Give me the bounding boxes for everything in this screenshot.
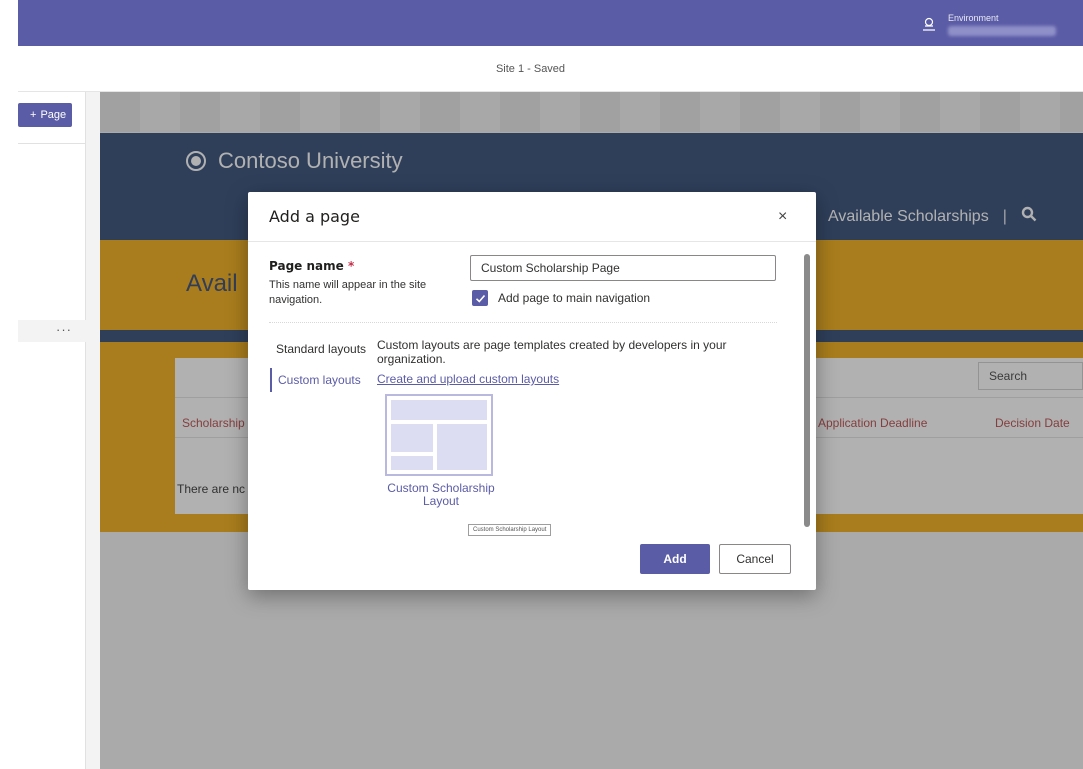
tab-custom-layouts[interactable]: Custom layouts xyxy=(270,368,361,392)
page-name-label-text: Page name xyxy=(269,259,344,273)
environment-switcher[interactable]: Environment xyxy=(920,8,1056,40)
site-save-status: Site 1 - Saved xyxy=(495,62,566,75)
check-icon xyxy=(472,290,488,306)
cancel-button[interactable]: Cancel xyxy=(719,544,791,574)
layout-preview-block xyxy=(391,456,433,470)
layout-preview-block xyxy=(437,424,487,470)
close-icon[interactable]: × xyxy=(778,208,787,226)
page-list-item[interactable] xyxy=(18,320,86,342)
environment-name-redacted xyxy=(948,25,1056,36)
dialog-scrollbar[interactable] xyxy=(804,254,810,527)
environment-icon xyxy=(920,15,938,33)
dialog-title: Add a page xyxy=(269,207,360,226)
required-mark: * xyxy=(347,259,355,273)
section-divider xyxy=(269,322,777,323)
layout-tooltip: Custom Scholarship Layout xyxy=(468,524,552,536)
custom-layouts-description: Custom layouts are page templates create… xyxy=(377,338,727,366)
add-to-navigation-label: Add page to main navigation xyxy=(498,291,651,305)
more-options-icon[interactable]: ··· xyxy=(56,322,72,337)
layout-tile-custom-scholarship[interactable] xyxy=(385,394,493,476)
layout-tile-label[interactable]: Custom Scholarship Layout xyxy=(385,482,497,508)
add-page-button[interactable]: + Page xyxy=(18,103,72,127)
add-to-navigation-checkbox[interactable]: Add page to main navigation xyxy=(472,290,650,306)
add-page-dialog: Add a page × Page name * This name will … xyxy=(248,192,816,590)
add-page-button-label: Page xyxy=(40,109,67,121)
panel-divider xyxy=(18,143,86,144)
environment-label: Environment xyxy=(948,12,999,23)
plus-icon: + xyxy=(30,109,37,121)
dialog-divider xyxy=(248,241,816,242)
create-upload-custom-layouts-link[interactable]: Create and upload custom layouts xyxy=(377,372,559,386)
layout-preview-header xyxy=(391,400,487,420)
layout-preview-block xyxy=(391,424,433,452)
page-name-input[interactable] xyxy=(470,255,776,281)
page-name-help: This name will appear in the site naviga… xyxy=(269,279,427,306)
add-button[interactable]: Add xyxy=(640,544,710,574)
pages-panel xyxy=(18,92,86,769)
tab-standard-layouts[interactable]: Standard layouts xyxy=(276,342,366,356)
page-name-label: Page name * xyxy=(269,259,354,273)
left-edge xyxy=(0,0,18,769)
status-bar: Site 1 - Saved xyxy=(18,46,1083,92)
